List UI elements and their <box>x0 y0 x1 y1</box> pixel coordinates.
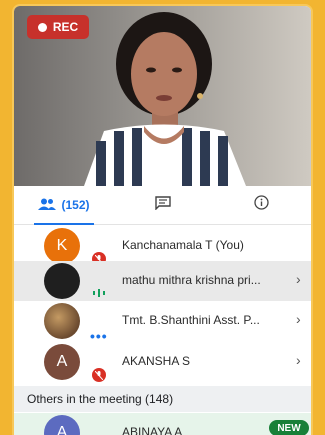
tab-info[interactable] <box>211 186 311 224</box>
participant-count: (152) <box>61 198 90 212</box>
list-item[interactable]: A ABINAYA A NEW <box>14 413 311 435</box>
participant-row[interactable]: A AKANSHA S › <box>14 342 311 382</box>
meeting-panel: REC (152) K Kanchanamala T (You) mathu m… <box>14 6 311 435</box>
participant-name: AKANSHA S <box>122 354 191 368</box>
avatar: K <box>44 228 80 264</box>
participant-row[interactable]: mathu mithra krishna pri... › <box>14 261 311 301</box>
record-dot-icon <box>37 22 47 32</box>
chat-icon <box>154 195 171 215</box>
avatar: A <box>44 344 80 380</box>
avatar <box>44 263 80 299</box>
participant-name: ABINAYA A <box>122 425 183 435</box>
chevron-right-icon[interactable]: › <box>296 271 301 287</box>
panel-tabs: (152) <box>14 186 311 225</box>
avatar <box>44 303 80 339</box>
participant-name: Kanchanamala T (You) <box>122 238 244 252</box>
recording-badge: REC <box>27 15 89 39</box>
chevron-right-icon[interactable]: › <box>296 352 301 368</box>
info-icon <box>253 195 269 215</box>
others-section-header: Others in the meeting (148) <box>14 386 311 412</box>
recording-label: REC <box>52 20 79 34</box>
mic-off-icon <box>92 368 106 382</box>
participant-row[interactable]: ••• Tmt. B.Shanthini Asst. P... › <box>14 301 311 344</box>
active-tab-indicator <box>34 223 94 225</box>
active-speaker-video[interactable]: REC <box>14 6 311 186</box>
tab-chat[interactable] <box>114 186 211 224</box>
new-badge: NEW <box>269 420 309 435</box>
participant-name: Tmt. B.Shanthini Asst. P... <box>122 313 260 327</box>
people-icon <box>38 198 57 213</box>
chevron-right-icon[interactable]: › <box>296 311 301 327</box>
participant-row[interactable]: K Kanchanamala T (You) <box>14 226 311 266</box>
tab-people[interactable]: (152) <box>14 186 114 225</box>
others-header-label: Others in the meeting (148) <box>27 392 174 406</box>
avatar: A <box>44 415 80 435</box>
participant-name: mathu mithra krishna pri... <box>122 273 261 287</box>
